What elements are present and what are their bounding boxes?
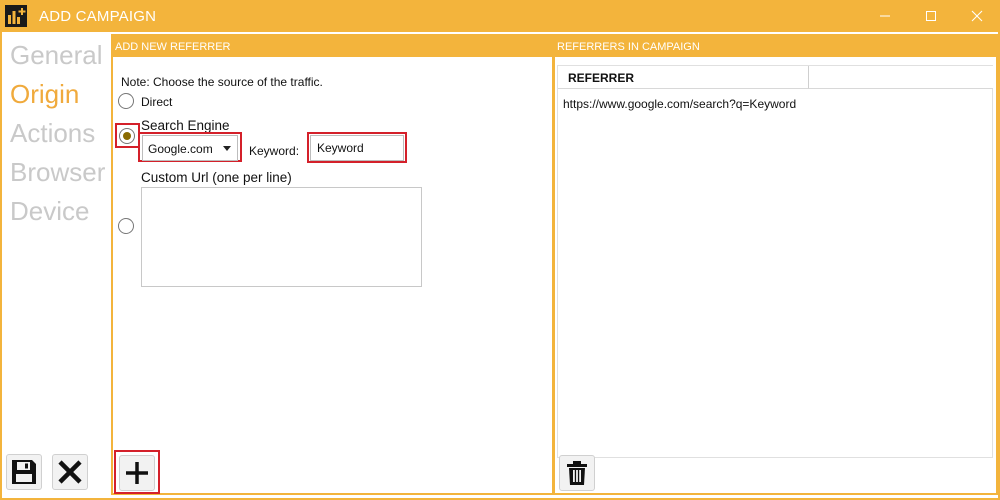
nav-item-general[interactable]: General — [10, 40, 103, 70]
add-referrer-header: ADD NEW REFERRER — [113, 36, 552, 57]
plus-icon — [126, 462, 148, 484]
nav-item-device[interactable]: Device — [10, 196, 89, 226]
direct-label: Direct — [141, 95, 173, 109]
nav-item-browser[interactable]: Browser — [10, 157, 105, 187]
nav-item-origin[interactable]: Origin — [10, 79, 79, 109]
referrers-table: REFERRER https://www.google.com/search?q… — [557, 65, 993, 458]
close-button[interactable] — [954, 0, 1000, 32]
window-body: General Origin Actions Browser Device AD… — [2, 32, 998, 498]
source-note: Note: Choose the source of the traffic. — [121, 75, 323, 89]
save-icon — [12, 460, 36, 484]
custom-url-textarea[interactable] — [141, 187, 422, 287]
trash-icon — [567, 461, 587, 485]
minimize-button[interactable] — [862, 0, 908, 32]
search-engine-label: Search Engine — [141, 118, 230, 133]
close-icon — [971, 10, 983, 22]
nav-item-actions[interactable]: Actions — [10, 118, 95, 148]
window-title: ADD CAMPAIGN — [39, 8, 157, 25]
radio-custom-url[interactable] — [118, 218, 134, 234]
maximize-icon — [926, 11, 936, 21]
referrers-header: REFERRERS IN CAMPAIGN — [555, 36, 996, 57]
table-row[interactable]: https://www.google.com/search?q=Keyword — [563, 97, 796, 111]
cancel-button[interactable] — [52, 454, 88, 490]
keyword-label: Keyword: — [249, 144, 300, 158]
custom-url-label: Custom Url (one per line) — [141, 170, 292, 185]
maximize-button[interactable] — [908, 0, 954, 32]
column-header-referrer[interactable]: REFERRER — [558, 66, 809, 89]
minimize-icon — [880, 15, 890, 17]
radio-search-engine[interactable] — [119, 128, 135, 144]
delete-referrer-button[interactable] — [559, 455, 595, 491]
close-x-icon — [58, 460, 82, 484]
keyword-input[interactable] — [310, 135, 404, 161]
search-engine-select[interactable]: Google.com — [142, 135, 238, 161]
column-header-empty[interactable] — [809, 66, 993, 89]
add-referrer-panel: ADD NEW REFERRER Note: Choose the source… — [111, 34, 554, 495]
title-bar: ADD CAMPAIGN — [0, 0, 1000, 32]
referrers-panel: REFERRERS IN CAMPAIGN REFERRER https://w… — [553, 34, 998, 495]
chevron-down-icon — [223, 146, 231, 151]
add-referrer-button[interactable] — [119, 455, 155, 491]
app-logo-icon — [5, 5, 27, 27]
search-engine-select-value: Google.com — [148, 142, 213, 156]
save-button[interactable] — [6, 454, 42, 490]
radio-direct[interactable] — [118, 93, 134, 109]
